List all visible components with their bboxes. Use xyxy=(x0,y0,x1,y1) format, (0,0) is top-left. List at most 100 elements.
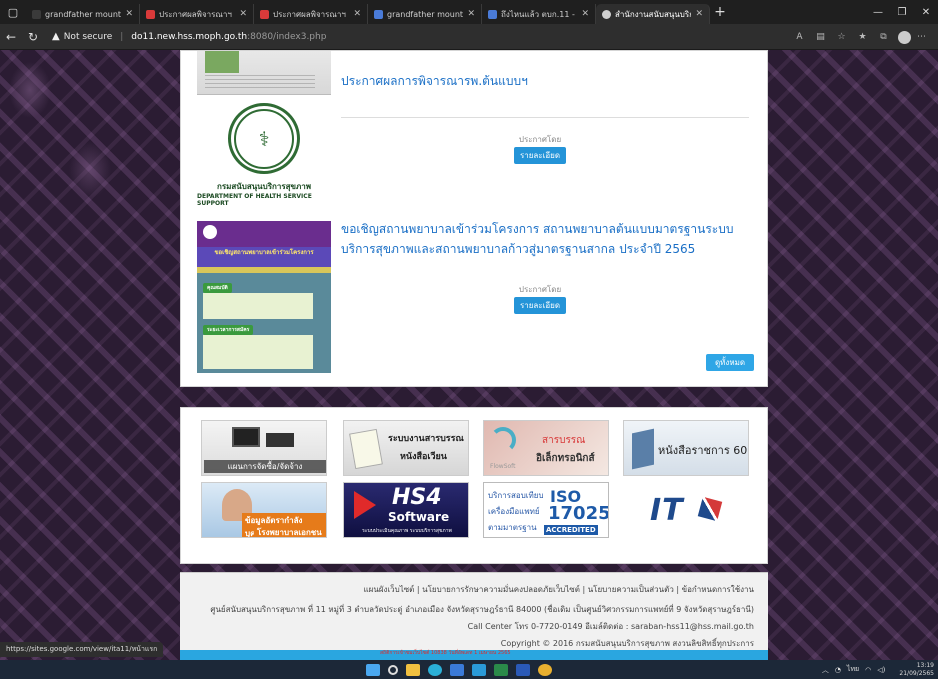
play-icon xyxy=(354,491,376,519)
moph-seal-icon: ⚕ xyxy=(228,103,300,174)
tile-label: ระบบประเมินคุณภาพ ระบบบริการสุขภาพ xyxy=(362,528,452,534)
moph-logo-english: DEPARTMENT OF HEALTH SERVICE SUPPORT xyxy=(197,193,312,207)
news-title[interactable]: ประกาศผลการพิจารณารพ.ต้นแบบฯ xyxy=(341,71,751,91)
restore-icon[interactable]: ❐ xyxy=(890,7,914,18)
tile-label: 17025 xyxy=(548,503,609,524)
tile-label: ตามมาตรฐาน xyxy=(488,523,537,532)
tab-title: ประกาศผลพิจารณาฯ เจตจำนง 64.pdf xyxy=(159,9,235,19)
settings-icon[interactable] xyxy=(472,663,486,676)
visit-counter: สถิติการเข้าชมเว็บไซต์ 10838 วันที่อัพเด… xyxy=(380,650,511,656)
tile-label: FlowSoft xyxy=(490,463,516,470)
start-icon[interactable] xyxy=(366,663,380,676)
link-tile-procurement[interactable]: แผนการจัดซื้อ/จัดจ้าง xyxy=(201,420,327,476)
details-button[interactable]: รายละเอียด xyxy=(514,147,566,164)
search-icon xyxy=(374,9,383,19)
browser-tab[interactable]: grandfather mountain blue ridge ✕ xyxy=(26,4,140,24)
link-tile-hospital-staff[interactable]: ข้อมูลอัตรากำลังบุคลากร โรงพยาบาลเอกชน xyxy=(201,482,327,538)
tile-label: ACCREDITED xyxy=(544,525,598,535)
tile-label: อิเล็กทรอนิกส์ xyxy=(536,453,595,464)
search-icon[interactable] xyxy=(388,664,398,675)
browser-tab[interactable]: ถึงไหนแล้ว ตบก.11 - Search ✕ xyxy=(482,4,596,24)
close-tab-icon[interactable]: ✕ xyxy=(125,9,133,19)
browser-tab[interactable]: grandfather mountain blue ridge ✕ xyxy=(368,4,482,24)
link-tile-esaraban[interactable]: สารบรรณ อิเล็กทรอนิกส์ FlowSoft xyxy=(483,420,609,476)
chevron-up-icon[interactable]: ︿ xyxy=(822,665,829,675)
browser-tab[interactable]: ประกาศผลพิจารณาฯ เจตจำนง 64.pdf ✕ xyxy=(140,4,254,24)
status-bar-url: https://sites.google.com/view/ita11/หน้า… xyxy=(0,642,164,657)
tile-label: IT xyxy=(650,493,684,528)
wifi-icon[interactable]: ◠ xyxy=(865,666,871,674)
tab-favicon xyxy=(32,9,41,19)
news-thumbnail[interactable] xyxy=(197,51,331,95)
url-host: do11.new.hss.moph.go.th xyxy=(131,31,248,42)
posted-by: ประกาศโดย xyxy=(518,135,562,144)
minimize-icon[interactable]: — xyxy=(866,7,890,18)
language-icon[interactable]: ไทย xyxy=(847,664,859,675)
close-tab-icon[interactable]: ✕ xyxy=(353,9,361,19)
link-tile-iso17025[interactable]: บริการสอบเทียบ เครื่องมือแพทย์ ตามมาตรฐา… xyxy=(483,482,609,538)
link-tile-hs4[interactable]: HS4 Software ระบบประเมินคุณภาพ ระบบบริกา… xyxy=(343,482,469,538)
close-tab-icon[interactable]: ✕ xyxy=(581,9,589,19)
footer-links[interactable]: แผนผังเว็บไซต์ | นโยบายการรักษาความมั่นค… xyxy=(364,583,754,596)
system-tray: ︿ ◔ ไทย ◠ ◁) 13:19 21/09/2565 xyxy=(816,660,934,679)
more-icon[interactable]: ⋯ xyxy=(911,32,932,42)
tile-label: เครื่องมือแพทย์ xyxy=(488,507,540,516)
clock[interactable]: 13:19 21/09/2565 xyxy=(893,662,934,678)
file-explorer-icon[interactable] xyxy=(406,663,420,676)
word-icon[interactable] xyxy=(516,663,530,676)
excel-icon[interactable] xyxy=(494,663,508,676)
chrome-icon[interactable] xyxy=(538,663,552,676)
read-aloud-icon[interactable]: A xyxy=(789,32,810,42)
details-button[interactable]: รายละเอียด xyxy=(514,297,566,314)
link-tile-ita[interactable]: IT xyxy=(623,482,749,538)
close-window-icon[interactable]: ✕ xyxy=(914,7,938,18)
browser-tab-active[interactable]: สำนักงานสนับสนุนบริการสุขภาพเขต 11 ✕ xyxy=(596,4,710,24)
url-field[interactable]: ▲ Not secure | do11.new.hss.moph.go.th :… xyxy=(52,31,326,42)
close-tab-icon[interactable]: ✕ xyxy=(467,9,475,19)
tab-actions-icon[interactable]: ▢ xyxy=(0,0,26,24)
close-tab-icon[interactable]: ✕ xyxy=(239,9,247,19)
footer-contact: Call Center โทร 0-7720-0149 อีเมล์ติดต่อ… xyxy=(467,622,754,631)
news-title[interactable]: ขอเชิญสถานพยาบาลเข้าร่วมโครงการ สถานพยาบ… xyxy=(341,219,757,259)
poster-tag: ระยะเวลาการสมัคร xyxy=(203,325,254,335)
collections-icon[interactable]: ⧉ xyxy=(873,32,894,42)
close-tab-icon[interactable]: ✕ xyxy=(695,9,703,19)
laptop-icon xyxy=(266,433,294,447)
thumbnail-image xyxy=(205,51,239,73)
news-poster[interactable]: ขอเชิญสถานพยาบาลเข้าร่วมโครงการ คุณสมบัต… xyxy=(197,221,331,373)
toolbar-icons: A ▤ ☆ ★ ⧉ ⋯ xyxy=(789,24,932,50)
poster-logo-icon xyxy=(203,225,217,239)
network-icon[interactable]: ◔ xyxy=(835,666,841,674)
tile-label: ระบบงานสารบรรณ xyxy=(388,434,464,444)
profile-avatar[interactable] xyxy=(898,30,911,44)
moph-logo[interactable]: ⚕ กรมสนับสนุนบริการสุขภาพ DEPARTMENT OF … xyxy=(197,103,331,207)
url-separator: | xyxy=(120,31,124,42)
links-card: แผนการจัดซื้อ/จัดจ้าง ระบบงานสารบรรณ หนั… xyxy=(180,407,768,564)
tile-label: แผนการจัดซื้อ/จัดจ้าง xyxy=(204,460,326,473)
immersive-reader-icon[interactable]: ▤ xyxy=(810,32,831,42)
clock-time: 13:19 xyxy=(916,661,934,669)
address-bar: ← ↻ ▲ Not secure | do11.new.hss.moph.go.… xyxy=(0,24,938,50)
computer-icon xyxy=(232,427,260,447)
new-tab-icon[interactable]: + xyxy=(710,4,730,20)
thumbnail-text xyxy=(205,75,315,91)
link-tile-saraban[interactable]: ระบบงานสารบรรณ หนังสือเวียน xyxy=(343,420,469,476)
windows-taskbar: ︿ ◔ ไทย ◠ ◁) 13:19 21/09/2565 xyxy=(0,660,938,679)
back-icon[interactable]: ← xyxy=(0,30,22,44)
clock-date: 21/09/2565 xyxy=(899,669,934,677)
favorite-icon[interactable]: ☆ xyxy=(831,32,852,42)
edge-icon[interactable] xyxy=(428,663,442,676)
volume-icon[interactable]: ◁) xyxy=(877,666,885,674)
store-icon[interactable] xyxy=(450,663,464,676)
link-tile-official-letters[interactable]: หนังสือราชการ 60 xyxy=(623,420,749,476)
pdf-icon xyxy=(146,9,155,19)
view-all-button[interactable]: ดูทั้งหมด xyxy=(706,354,754,371)
tile-label: โรงพยาบาลเอกชน xyxy=(254,525,325,537)
refresh-icon[interactable]: ↻ xyxy=(22,30,44,44)
favorites-list-icon[interactable]: ★ xyxy=(852,32,873,42)
tab-title: ประกาศผลพิจารณาฯ เจตจำนง 64.pdf xyxy=(273,9,349,19)
tab-title: grandfather mountain blue ridge xyxy=(387,9,464,19)
document-icon xyxy=(349,428,383,470)
window-controls: — ❐ ✕ xyxy=(866,0,938,24)
browser-tab[interactable]: ประกาศผลพิจารณาฯ เจตจำนง 64.pdf ✕ xyxy=(254,4,368,24)
